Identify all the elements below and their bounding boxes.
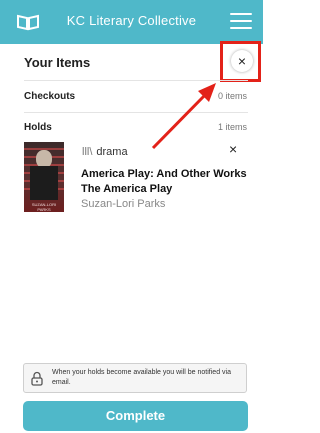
cover-caption: SUZAN-LORI PARKS <box>31 202 57 212</box>
email-notice: When your holds become available you wil… <box>23 363 247 393</box>
item-format: lll\ drama <box>82 146 128 158</box>
top-bar: KC Literary Collective <box>0 0 263 44</box>
holds-count: 1 items <box>217 122 247 132</box>
panel-title: Your Items <box>24 55 91 70</box>
book-author: Suzan-Lori Parks <box>81 198 166 210</box>
holds-label: Holds <box>24 122 52 133</box>
format-icon: lll\ <box>82 146 93 158</box>
highlight-box <box>220 41 261 82</box>
format-label: drama <box>96 146 128 158</box>
remove-item-button[interactable]: × <box>229 141 237 157</box>
hamburger-menu-icon[interactable] <box>230 13 252 31</box>
complete-button[interactable]: Complete <box>23 401 248 431</box>
divider <box>24 80 248 81</box>
app-title: KC Literary Collective <box>66 13 197 28</box>
divider <box>24 112 248 113</box>
checkouts-count: 0 items <box>217 91 247 101</box>
book-title[interactable]: America Play: And Other Works The Americ… <box>81 167 251 197</box>
book-cover[interactable]: SUZAN-LORI PARKS <box>24 142 64 212</box>
notice-text: When your holds become available you wil… <box>52 369 231 386</box>
lock-icon <box>31 371 43 386</box>
checkouts-label: Checkouts <box>24 91 76 102</box>
